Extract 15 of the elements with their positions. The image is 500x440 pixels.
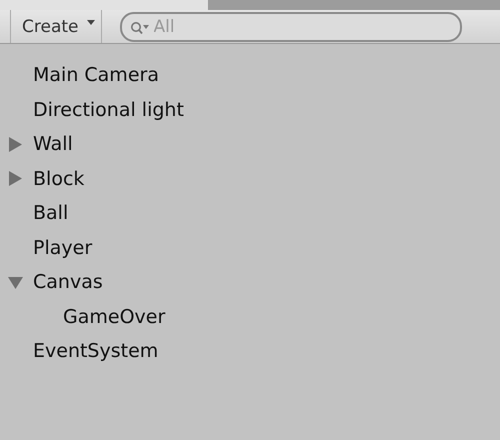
caret-icon bbox=[86, 20, 94, 26]
hierarchy-item[interactable]: GameOver bbox=[63, 306, 166, 328]
disclosure-arrow-icon[interactable] bbox=[8, 136, 23, 152]
search-field[interactable]: All bbox=[120, 12, 462, 42]
hierarchy-item[interactable]: Canvas bbox=[33, 271, 103, 294]
hierarchy-item[interactable]: Wall bbox=[33, 133, 73, 156]
hierarchy-item[interactable]: Block bbox=[33, 168, 84, 190]
hierarchy-item[interactable]: Directional light bbox=[33, 98, 184, 121]
disclosure-arrow-icon[interactable] bbox=[8, 171, 23, 186]
hierarchy-item[interactable]: Main Camera bbox=[33, 64, 159, 86]
create-button[interactable]: Create bbox=[10, 10, 102, 43]
hierarchy-item[interactable]: EventSystem bbox=[33, 340, 158, 362]
hierarchy-item[interactable]: Player bbox=[33, 236, 92, 259]
hierarchy-item[interactable]: Ball bbox=[33, 202, 68, 224]
disclosure-arrow-icon[interactable] bbox=[8, 274, 23, 290]
